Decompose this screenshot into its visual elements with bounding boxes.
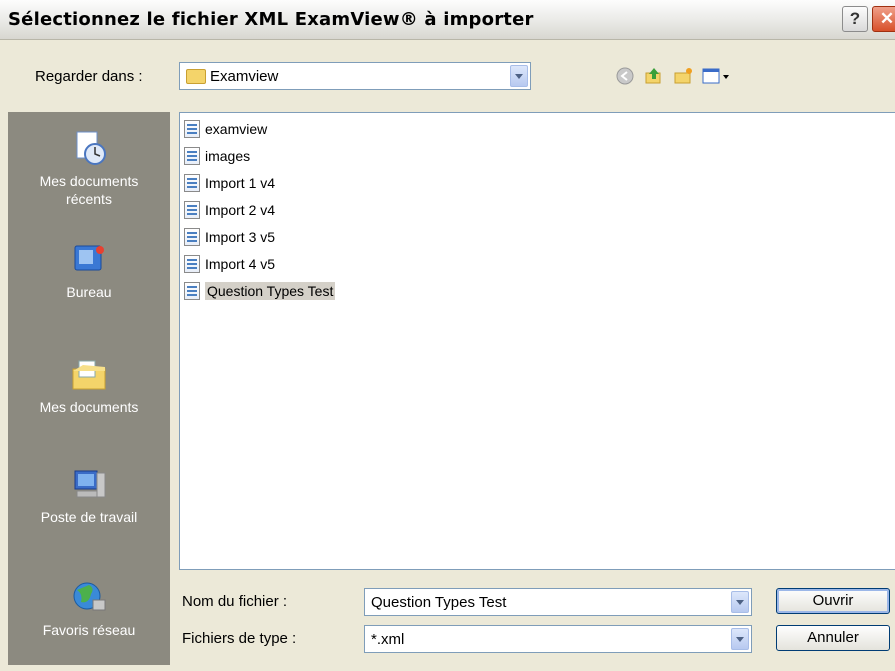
help-button[interactable]: ? [842, 6, 868, 32]
filename-value[interactable]: Question Types Test [371, 594, 506, 611]
look-in-label: Regarder dans : [35, 68, 143, 85]
places-bar: Mes documents récents Bureau Mes documen… [8, 112, 170, 665]
file-list[interactable]: examview images Import 1 v4 Import 2 v4 … [179, 112, 895, 570]
list-item[interactable]: Import 4 v5 [184, 253, 275, 275]
place-my-computer[interactable]: Poste de travail [8, 467, 170, 525]
desktop-icon [69, 242, 109, 278]
place-label: Poste de travail [40, 509, 138, 525]
place-network[interactable]: Favoris réseau [8, 580, 170, 638]
list-item-selected[interactable]: Question Types Test [184, 280, 336, 302]
back-icon[interactable] [615, 66, 635, 86]
xml-file-icon [184, 174, 200, 192]
xml-file-icon [184, 282, 200, 300]
open-button[interactable]: Ouvrir [776, 588, 890, 614]
new-folder-icon[interactable] [673, 66, 693, 86]
dialog-title: Sélectionnez le fichier XML ExamView® à … [8, 9, 534, 30]
my-documents-icon [69, 357, 109, 393]
xml-file-icon [184, 255, 200, 273]
cancel-button[interactable]: Annuler [776, 625, 890, 651]
filetype-value: *.xml [371, 631, 405, 648]
look-in-select[interactable]: Examview [179, 62, 531, 90]
place-label: Favoris réseau [42, 622, 136, 638]
list-item[interactable]: Import 3 v5 [184, 226, 275, 248]
network-places-icon [69, 580, 109, 616]
xml-file-icon [184, 147, 200, 165]
list-item[interactable]: Import 1 v4 [184, 172, 275, 194]
filename-label: Nom du fichier : [182, 593, 288, 610]
folder-icon [186, 69, 206, 84]
my-computer-icon [69, 467, 109, 503]
place-label: Bureau [66, 284, 112, 300]
list-item[interactable]: examview [184, 118, 267, 140]
filename-input[interactable]: Question Types Test [364, 588, 752, 616]
filetype-label: Fichiers de type : [182, 630, 297, 647]
chevron-down-icon[interactable] [731, 591, 749, 613]
place-desktop[interactable]: Bureau [8, 242, 170, 300]
title-bar: Sélectionnez le fichier XML ExamView® à … [0, 0, 895, 40]
chevron-down-icon[interactable] [510, 65, 528, 87]
filetype-select[interactable]: *.xml [364, 625, 752, 653]
xml-file-icon [184, 228, 200, 246]
recent-documents-icon [69, 130, 109, 166]
place-my-documents[interactable]: Mes documents [8, 357, 170, 415]
view-menu-icon[interactable] [702, 66, 730, 86]
up-folder-icon[interactable] [644, 66, 664, 86]
xml-file-icon [184, 120, 200, 138]
place-label: Mes documents récents [39, 173, 139, 207]
look-in-value: Examview [210, 68, 279, 85]
place-label: Mes documents [39, 399, 139, 415]
list-item[interactable]: images [184, 145, 250, 167]
xml-file-icon [184, 201, 200, 219]
chevron-down-icon[interactable] [731, 628, 749, 650]
close-button[interactable]: ✕ [872, 6, 895, 32]
list-item[interactable]: Import 2 v4 [184, 199, 275, 221]
place-recent-documents[interactable]: Mes documents récents [8, 130, 170, 208]
